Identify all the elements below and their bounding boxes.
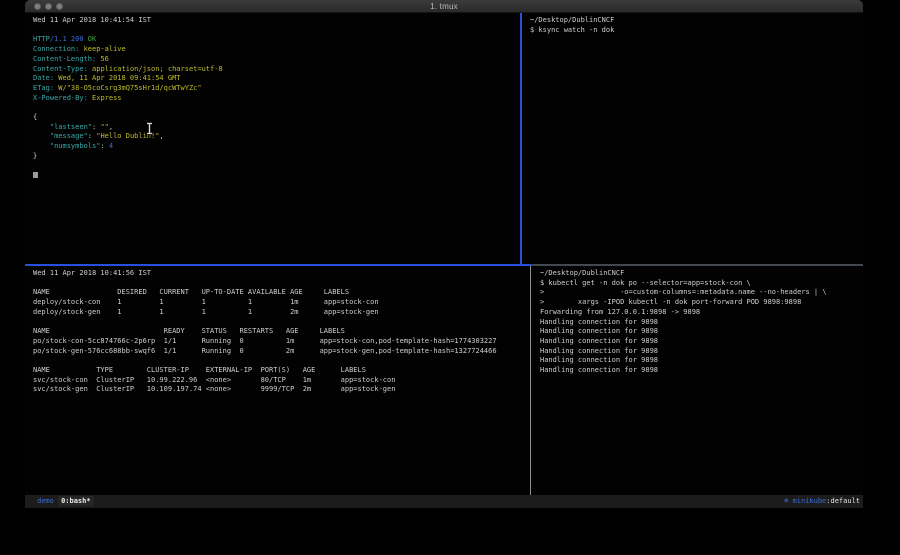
terminal-line: "lastseen": "", bbox=[33, 123, 520, 133]
terminal-line: Forwarding from 127.0.0.1:9898 -> 9898 bbox=[540, 308, 863, 318]
window-title: 1. tmux bbox=[25, 2, 863, 11]
terminal-line bbox=[33, 279, 530, 289]
terminal-line: $ ksync watch -n dok bbox=[530, 26, 863, 36]
terminal-line: NAME READY STATUS RESTARTS AGE LABELS bbox=[33, 327, 530, 337]
terminal-line bbox=[33, 103, 520, 113]
tmux-status-bar: demo 0:bash* ☸ minikube:default bbox=[25, 495, 863, 508]
terminal-line: po/stock-con-5cc874766c-2p6rp 1/1 Runnin… bbox=[33, 337, 530, 347]
tmux-pane-port-forward[interactable]: ~/Desktop/DublinCNCF$ kubectl get -n dok… bbox=[532, 266, 863, 495]
terminal-line bbox=[33, 171, 520, 181]
terminal-line: HTTP/1.1 200 OK bbox=[33, 35, 520, 45]
terminal-line: ~/Desktop/DublinCNCF bbox=[540, 269, 863, 279]
terminal-line bbox=[33, 26, 520, 36]
window-titlebar[interactable]: 1. tmux bbox=[25, 0, 863, 13]
terminal-line: X-Powered-By: Express bbox=[33, 94, 520, 104]
pane-divider-vertical-bottom bbox=[530, 266, 531, 495]
tmux-pane-http-response[interactable]: Wed 11 Apr 2018 10:41:54 IST HTTP/1.1 20… bbox=[25, 13, 520, 264]
terminal-line bbox=[33, 318, 530, 328]
terminal-line: "numsymbols": 4 bbox=[33, 142, 520, 152]
terminal-line: Handling connection for 9898 bbox=[540, 347, 863, 357]
terminal-line: deploy/stock-gen 1 1 1 1 2m app=stock-ge… bbox=[33, 308, 530, 318]
terminal-line: > -o=custom-columns=:metadata.name --no-… bbox=[540, 288, 863, 298]
terminal-line: $ kubectl get -n dok po --selector=app=s… bbox=[540, 279, 863, 289]
terminal-line: ETag: W/"38-O5coCsrg3mQ75sHr1d/qcWTwYZc" bbox=[33, 84, 520, 94]
terminal-line: Content-Type: application/json; charset=… bbox=[33, 65, 520, 75]
terminal-line: Wed 11 Apr 2018 10:41:54 IST bbox=[33, 16, 520, 26]
kube-namespace: :default bbox=[826, 497, 860, 505]
terminal-block-cursor bbox=[33, 172, 38, 178]
terminal-line: deploy/stock-con 1 1 1 1 1m app=stock-co… bbox=[33, 298, 530, 308]
terminal-line: svc/stock-con ClusterIP 10.99.222.96 <no… bbox=[33, 376, 530, 386]
terminal-line: ~/Desktop/DublinCNCF bbox=[530, 16, 863, 26]
tmux-pane-ksync[interactable]: ~/Desktop/DublinCNCF$ ksync watch -n dok bbox=[522, 13, 863, 264]
kube-context: minikube bbox=[788, 497, 826, 505]
terminal-line bbox=[33, 356, 530, 366]
tmux-pane-kubectl-resources[interactable]: Wed 11 Apr 2018 10:41:56 IST NAME DESIRE… bbox=[25, 266, 530, 495]
terminal-window: 1. tmux Wed 11 Apr 2018 10:41:54 IST HTT… bbox=[25, 0, 863, 508]
status-left: demo 0:bash* bbox=[37, 495, 94, 508]
terminal-line: Date: Wed, 11 Apr 2018 09:41:54 GMT bbox=[33, 74, 520, 84]
terminal-line: po/stock-gen-576cc688bb-swqf6 1/1 Runnin… bbox=[33, 347, 530, 357]
terminal-line: { bbox=[33, 113, 520, 123]
terminal-line: "message": "Hello Dublin!", bbox=[33, 132, 520, 142]
text-ibeam-mouse-cursor bbox=[145, 122, 154, 135]
terminal-line: Handling connection for 9898 bbox=[540, 366, 863, 376]
terminal-line: NAME TYPE CLUSTER-IP EXTERNAL-IP PORT(S)… bbox=[33, 366, 530, 376]
terminal-line: svc/stock-gen ClusterIP 10.109.197.74 <n… bbox=[33, 385, 530, 395]
terminal-line: Wed 11 Apr 2018 10:41:56 IST bbox=[33, 269, 530, 279]
terminal-line: NAME DESIRED CURRENT UP-TO-DATE AVAILABL… bbox=[33, 288, 530, 298]
terminal-line: Handling connection for 9898 bbox=[540, 327, 863, 337]
terminal-line: Handling connection for 9898 bbox=[540, 337, 863, 347]
terminal-line: Content-Length: 56 bbox=[33, 55, 520, 65]
window-tab-bash[interactable]: 0:bash* bbox=[58, 496, 94, 506]
terminal-line: Connection: keep-alive bbox=[33, 45, 520, 55]
status-right: ☸ minikube:default bbox=[784, 495, 860, 508]
terminal-line: > xargs -IPOD kubectl -n dok port-forwar… bbox=[540, 298, 863, 308]
session-name: demo bbox=[37, 497, 54, 505]
terminal-line: Handling connection for 9898 bbox=[540, 318, 863, 328]
terminal-line: Handling connection for 9898 bbox=[540, 356, 863, 366]
terminal-line bbox=[33, 162, 520, 172]
terminal-line: } bbox=[33, 152, 520, 162]
